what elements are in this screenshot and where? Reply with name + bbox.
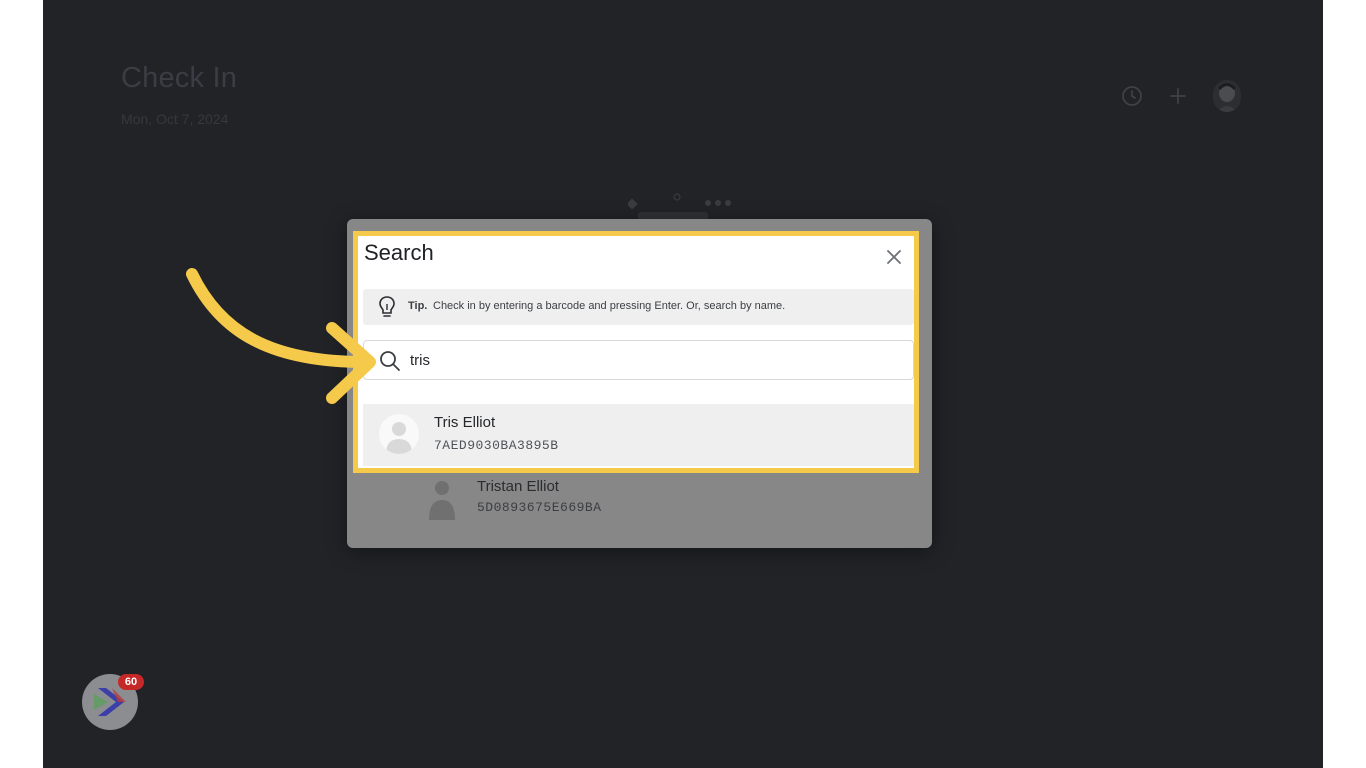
result-code: 5D0893675E669BA	[477, 500, 602, 515]
pointer-arrow-icon	[186, 268, 376, 404]
tip-text: Check in by entering a barcode and press…	[433, 300, 786, 312]
user-avatar[interactable]	[1213, 80, 1241, 112]
person-placeholder-icon	[379, 414, 419, 454]
result-code: 7AED9030BA3895B	[434, 438, 559, 453]
search-input[interactable]	[410, 349, 890, 371]
page-title: Check In	[121, 62, 238, 94]
tip-bar: Tip. Check in by entering a barcode and …	[363, 289, 914, 325]
person-placeholder-icon	[429, 481, 455, 520]
clock-icon[interactable]	[1120, 84, 1144, 108]
plus-icon[interactable]	[1166, 84, 1190, 108]
tip-label: Tip.	[408, 300, 428, 312]
search-box[interactable]	[363, 340, 914, 380]
background-decoration	[628, 193, 731, 220]
list-item[interactable]: Tristan Elliot 5D0893675E669BA	[406, 468, 946, 530]
close-icon[interactable]	[883, 246, 905, 268]
search-panel-highlight: Search Tip. Check in by entering a barco…	[353, 231, 919, 473]
page-date: Mon, Oct 7, 2024	[121, 111, 229, 127]
result-name: Tris Elliot	[434, 414, 496, 431]
notification-badge: 60	[118, 674, 144, 690]
result-name: Tristan Elliot	[477, 478, 559, 495]
list-item[interactable]: Tris Elliot 7AED9030BA3895B	[363, 404, 914, 466]
